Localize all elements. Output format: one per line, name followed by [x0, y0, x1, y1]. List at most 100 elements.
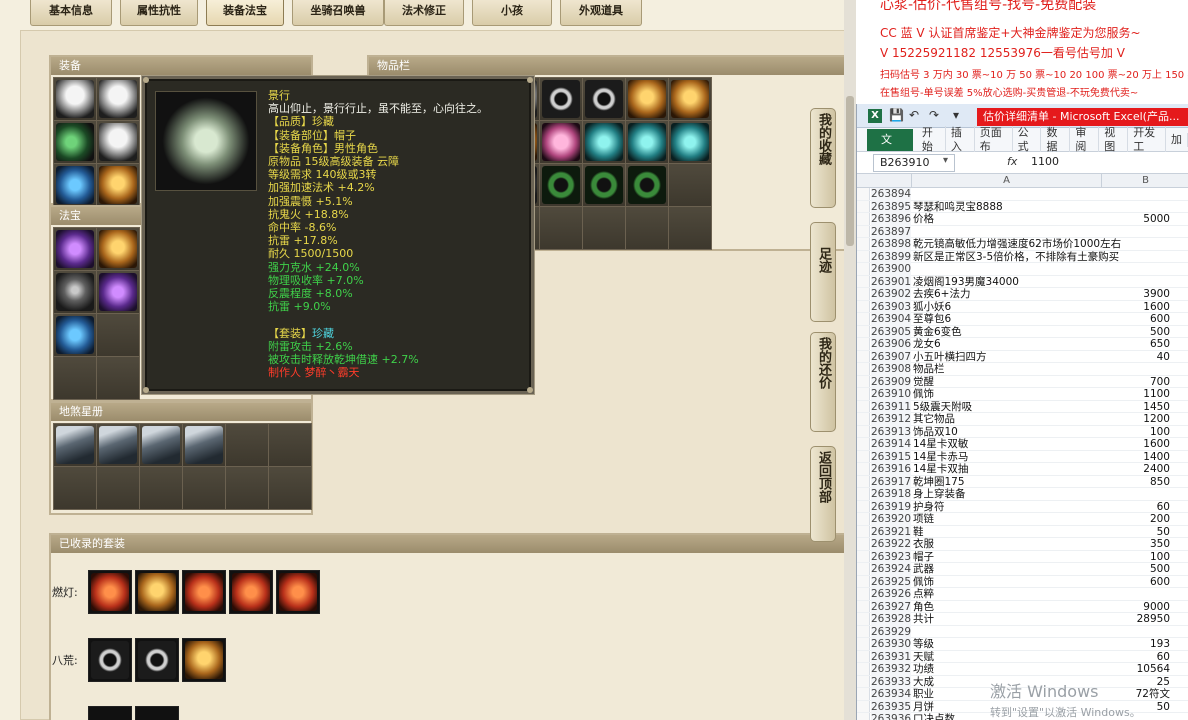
cell-a[interactable]: 14星卡双抽	[913, 463, 1102, 476]
cell-b[interactable]: 1600	[1102, 438, 1170, 451]
row-number[interactable]: 263910	[871, 388, 911, 401]
row-number[interactable]: 263918	[871, 488, 911, 501]
row-number[interactable]: 263916	[871, 463, 911, 476]
row-number[interactable]: 263901	[871, 275, 911, 288]
cell-b[interactable]: 2400	[1102, 463, 1170, 476]
side-nav-favorites[interactable]: 我的收藏	[810, 108, 836, 208]
cell-b[interactable]: 350	[1102, 538, 1170, 551]
row-number[interactable]: 263905	[871, 325, 911, 338]
row-number[interactable]: 263909	[871, 375, 911, 388]
namebox-dropdown-icon[interactable]: ▾	[943, 155, 948, 166]
row-number[interactable]: 263926	[871, 588, 911, 601]
cell-b[interactable]: 1600	[1102, 301, 1170, 314]
row-number[interactable]: 263931	[871, 650, 911, 663]
row-number[interactable]: 263922	[871, 538, 911, 551]
row-number[interactable]: 263900	[871, 263, 911, 276]
cell-b[interactable]: 3900	[1102, 288, 1170, 301]
cell-a[interactable]: 价格	[913, 213, 1102, 226]
cell-a[interactable]: 琴瑟和鸣灵宝8888	[913, 201, 1102, 214]
tab-spell-correction[interactable]: 法术修正	[384, 0, 464, 26]
cell-b[interactable]: 500	[1102, 326, 1170, 339]
cell-a[interactable]: 佩饰	[913, 388, 1102, 401]
fabao-slot[interactable]	[97, 314, 140, 357]
cell-b[interactable]: 1400	[1102, 451, 1170, 464]
row-number[interactable]: 263915	[871, 450, 911, 463]
set-piece[interactable]	[135, 570, 179, 614]
ribbon-tab-page-layout[interactable]: 页面布	[975, 125, 1013, 154]
row-number[interactable]: 263912	[871, 413, 911, 426]
tab-appearance[interactable]: 外观道具	[560, 0, 642, 26]
inventory-slot[interactable]	[626, 121, 669, 164]
tab-equipment[interactable]: 装备法宝	[206, 0, 284, 26]
cell-a[interactable]: 角色	[913, 601, 1102, 614]
row-number[interactable]: 263919	[871, 500, 911, 513]
xingce-slot[interactable]	[97, 467, 140, 510]
cell-b[interactable]: 60	[1102, 501, 1170, 514]
row-number[interactable]: 263902	[871, 288, 911, 301]
row-number[interactable]: 263899	[871, 250, 911, 263]
cell-b[interactable]: 9000	[1102, 601, 1170, 614]
inventory-slot[interactable]	[669, 207, 712, 250]
fabao-slot[interactable]	[54, 314, 97, 357]
cell-a[interactable]: 共计	[913, 613, 1102, 626]
xingce-slot[interactable]	[183, 424, 226, 467]
cell-a[interactable]: 新区是正常区3-5倍价格，不排除有土豪购买	[913, 251, 1119, 264]
cell-a[interactable]: 觉醒	[913, 376, 1102, 389]
row-number[interactable]: 263913	[871, 425, 911, 438]
cell-a[interactable]: 凌烟阁193男魔34000	[913, 276, 1102, 289]
set-piece[interactable]	[88, 638, 132, 682]
cell-a[interactable]: 至尊包6	[913, 313, 1102, 326]
page-scrollbar[interactable]	[844, 0, 856, 720]
cell-a[interactable]: 鞋	[913, 526, 1102, 539]
column-header-a[interactable]: A	[911, 174, 1102, 188]
inventory-slot[interactable]	[540, 78, 583, 121]
cell-a[interactable]: 饰品双10	[913, 426, 1102, 439]
ribbon-tab-home[interactable]: 开始	[917, 125, 946, 154]
row-number[interactable]: 263928	[871, 613, 911, 626]
cell-a[interactable]: 去疾6+法力	[913, 288, 1102, 301]
row-number[interactable]: 263903	[871, 300, 911, 313]
row-number[interactable]: 263936	[871, 713, 911, 720]
row-number[interactable]: 263921	[871, 525, 911, 538]
row-number[interactable]: 263929	[871, 625, 911, 638]
inventory-slot[interactable]	[540, 164, 583, 207]
inventory-slot[interactable]	[669, 164, 712, 207]
undo-icon[interactable]: ↶	[909, 108, 919, 122]
cell-a[interactable]: 物品栏	[913, 363, 1102, 376]
cell-a[interactable]: 护身符	[913, 501, 1102, 514]
fabao-slot[interactable]	[97, 271, 140, 314]
cell-a[interactable]: 点粹	[913, 588, 1102, 601]
cell-b[interactable]: 500	[1102, 563, 1170, 576]
inventory-slot[interactable]	[540, 121, 583, 164]
set-piece[interactable]	[182, 570, 226, 614]
cell-b[interactable]: 100	[1102, 426, 1170, 439]
side-nav-footprints[interactable]: 足迹	[810, 222, 836, 322]
inventory-slot[interactable]	[583, 78, 626, 121]
xingce-slot[interactable]	[269, 467, 312, 510]
cell-b[interactable]: 60	[1102, 651, 1170, 664]
cell-b[interactable]: 28950	[1102, 613, 1170, 626]
fabao-slot[interactable]	[97, 357, 140, 400]
cell-b[interactable]: 100	[1102, 551, 1170, 564]
cell-b[interactable]: 850	[1102, 476, 1170, 489]
xingce-slot[interactable]	[183, 467, 226, 510]
xingce-slot[interactable]	[226, 424, 269, 467]
row-number[interactable]: 263923	[871, 550, 911, 563]
row-number[interactable]: 263896	[871, 213, 911, 226]
cell-a[interactable]: 5级震天附吸	[913, 401, 1102, 414]
ribbon-tab-formulas[interactable]: 公式	[1013, 125, 1042, 154]
row-number[interactable]: 263924	[871, 563, 911, 576]
save-icon[interactable]: 💾	[889, 108, 904, 122]
cell-b[interactable]: 1200	[1102, 413, 1170, 426]
row-number[interactable]: 263904	[871, 313, 911, 326]
inventory-slot[interactable]	[626, 78, 669, 121]
xingce-slot[interactable]	[140, 467, 183, 510]
cell-a[interactable]: 佩饰	[913, 576, 1102, 589]
xingce-slot[interactable]	[97, 424, 140, 467]
cell-a[interactable]: 身上穿装备	[913, 488, 1102, 501]
inventory-slot[interactable]	[626, 164, 669, 207]
inventory-slot[interactable]	[669, 121, 712, 164]
cell-a[interactable]: 乾元镜高敏低力增强速度62市场价1000左右	[913, 238, 1121, 251]
row-number[interactable]: 263925	[871, 575, 911, 588]
cell-b[interactable]: 600	[1102, 576, 1170, 589]
